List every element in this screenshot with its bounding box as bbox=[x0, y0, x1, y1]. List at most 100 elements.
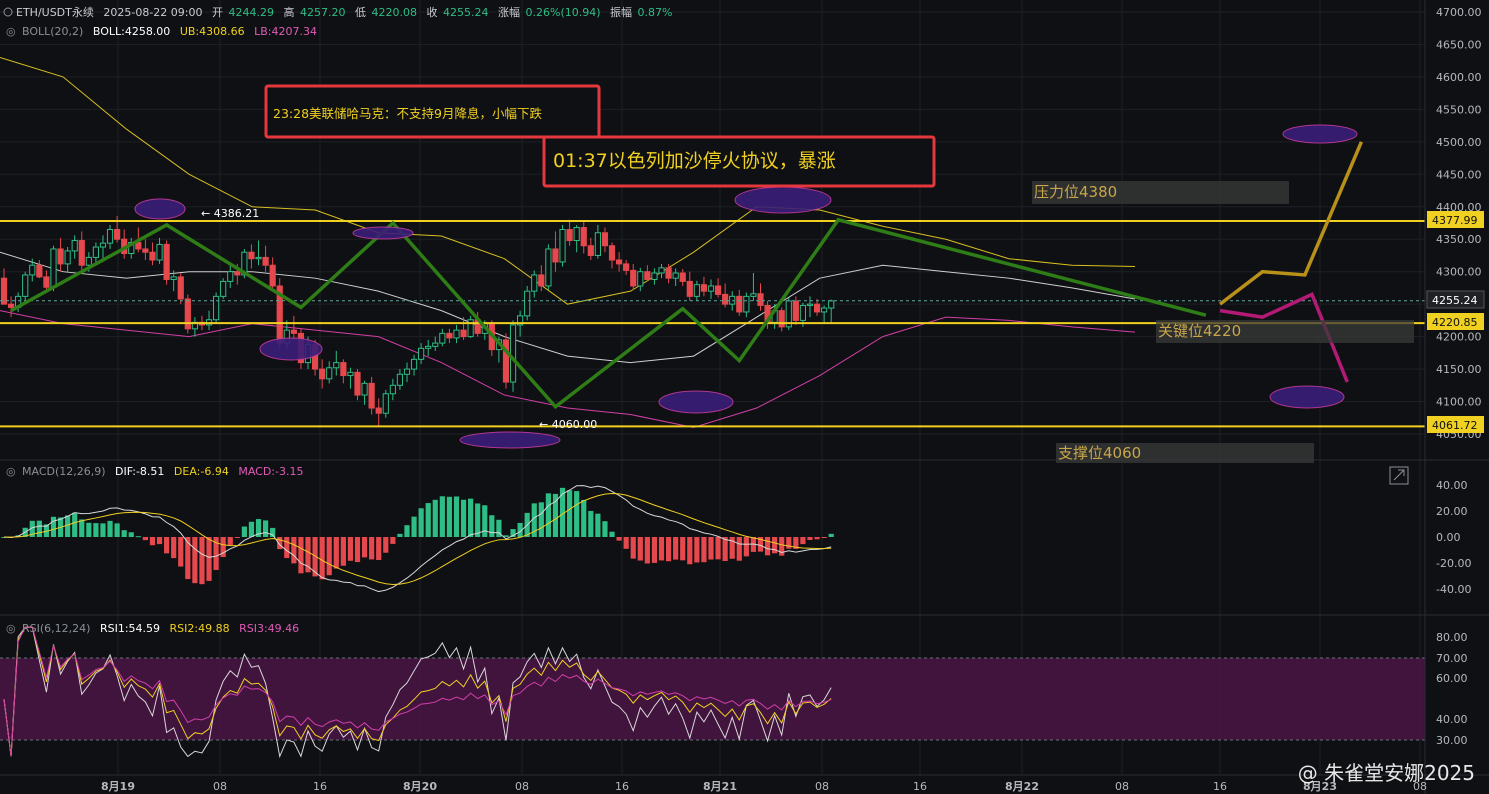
candle-body bbox=[184, 298, 191, 330]
chart-canvas[interactable]: 压力位4380 关键位4220 支撑位4060 23:28美联储哈马克：不支持9… bbox=[0, 0, 1489, 794]
macd-bar bbox=[736, 537, 742, 561]
candle-body bbox=[213, 295, 220, 321]
macd-bar bbox=[248, 521, 255, 537]
header-rsi[interactable]: ◎ RSI(6,12,24) RSI1:54.59 RSI2:49.88 RSI… bbox=[6, 622, 299, 635]
macd-bar bbox=[694, 537, 700, 563]
candle-body bbox=[170, 276, 177, 280]
rsi-overbought-band bbox=[0, 658, 1425, 740]
candle-body bbox=[509, 324, 517, 383]
macd-bar bbox=[722, 537, 728, 562]
price-tag-key-text: 4220.85 bbox=[1432, 316, 1478, 329]
candle-body bbox=[382, 393, 389, 414]
macd-bar bbox=[468, 498, 474, 537]
candle-body bbox=[43, 276, 50, 288]
rsi-tick: 60.00 bbox=[1436, 672, 1468, 685]
candle-body bbox=[736, 295, 743, 313]
rsi-tick: 30.00 bbox=[1436, 734, 1468, 747]
macd-bar bbox=[418, 508, 424, 537]
key-label: 关键位4220 bbox=[1158, 322, 1241, 340]
macd-bar bbox=[192, 537, 198, 584]
macd-bar bbox=[298, 537, 304, 574]
candle-body bbox=[707, 285, 715, 292]
macd-bar bbox=[545, 493, 551, 537]
macd-bar bbox=[807, 537, 813, 541]
boll-line: BOLL(20,2) BOLL:4258.00 UB:4308.66 LB:42… bbox=[22, 25, 317, 38]
candle-body bbox=[630, 269, 637, 287]
boll-mid: BOLL:4258.00 bbox=[93, 25, 170, 38]
open-value: 4244.29 bbox=[229, 6, 275, 19]
price-tick: 4300.00 bbox=[1436, 266, 1482, 279]
candle-body bbox=[552, 248, 559, 263]
low-price-marker: ← 4060.00 bbox=[539, 418, 597, 431]
candle-body bbox=[248, 251, 255, 260]
macd-bar bbox=[552, 493, 559, 537]
time-tick: 8月20 bbox=[403, 780, 437, 793]
high-value: 4257.20 bbox=[300, 6, 346, 19]
header-macd[interactable]: ◎ MACD(12,26,9) DIF:-8.51 DEA:-6.94 MACD… bbox=[6, 465, 303, 478]
macd-value: MACD:-3.15 bbox=[238, 465, 303, 478]
expand-icon[interactable] bbox=[1389, 466, 1409, 485]
rsi-line: RSI(6,12,24) RSI1:54.59 RSI2:49.88 RSI3:… bbox=[22, 622, 299, 635]
macd-bar bbox=[595, 513, 601, 537]
rsi-eye-icon[interactable]: ◎ bbox=[6, 622, 16, 635]
macd-bar bbox=[135, 536, 141, 538]
macd-bar bbox=[665, 537, 672, 562]
amp-value: 0.87% bbox=[638, 6, 673, 19]
macd-bar bbox=[65, 515, 71, 537]
candle-body bbox=[106, 228, 114, 244]
macd-bar bbox=[609, 531, 615, 537]
candle-body bbox=[757, 293, 764, 306]
macd-bar bbox=[489, 515, 495, 537]
macd-bar bbox=[630, 537, 636, 559]
macd-bar bbox=[814, 537, 820, 540]
candle-body bbox=[538, 274, 545, 287]
macd-bar bbox=[284, 537, 290, 559]
price-tag-resistance: 4377.99 bbox=[1427, 211, 1484, 228]
macd-bar bbox=[460, 499, 467, 537]
macd-bar bbox=[644, 537, 650, 564]
header-boll[interactable]: ◎ BOLL(20,2) BOLL:4258.00 UB:4308.66 LB:… bbox=[6, 25, 317, 38]
candle-body bbox=[64, 250, 71, 265]
candle-body bbox=[750, 293, 757, 297]
macd-bar bbox=[397, 533, 403, 537]
eye-icon[interactable]: ◎ bbox=[6, 25, 16, 38]
macd-bar bbox=[800, 537, 806, 545]
candle-body bbox=[587, 245, 594, 256]
candle-body bbox=[580, 227, 587, 247]
candle-body bbox=[92, 246, 100, 258]
macd-bar bbox=[347, 537, 354, 561]
macd-bar bbox=[326, 537, 332, 576]
time-tick: 8月22 bbox=[1005, 780, 1039, 793]
candle-body bbox=[326, 367, 333, 380]
macd-bar bbox=[673, 537, 679, 560]
datetime: 2025-08-22 09:00 bbox=[103, 6, 202, 19]
low-value: 4220.08 bbox=[372, 6, 418, 19]
support-label: 支撑位4060 bbox=[1058, 444, 1141, 462]
candle-body bbox=[828, 300, 835, 309]
boll-lb: LB:4207.34 bbox=[254, 25, 317, 38]
candle-body bbox=[149, 251, 156, 261]
price-tag-support-text: 4061.72 bbox=[1432, 419, 1478, 432]
candle-body bbox=[262, 256, 269, 266]
macd-bar bbox=[567, 490, 573, 537]
candle-body bbox=[700, 284, 708, 292]
macd-axis-ticks: 40.00 20.00 0.00 -20.00 -40.00 bbox=[1436, 479, 1471, 596]
ellipse-low-2 bbox=[459, 431, 561, 449]
macd-bar bbox=[79, 519, 85, 537]
candle-body bbox=[453, 329, 460, 339]
macd-bar bbox=[361, 537, 368, 558]
macd-bar bbox=[658, 537, 665, 561]
candle-body bbox=[177, 276, 184, 300]
macd-eye-icon[interactable]: ◎ bbox=[6, 465, 16, 478]
macd-bar bbox=[156, 537, 163, 545]
macd-bar bbox=[121, 530, 127, 537]
macd-bar bbox=[291, 537, 297, 564]
candle-body bbox=[799, 304, 807, 321]
macd-tick: -20.00 bbox=[1436, 557, 1471, 570]
macd-bar bbox=[164, 537, 170, 554]
ellipse-low-3 bbox=[658, 390, 734, 414]
candle-body bbox=[255, 256, 262, 260]
projection-yellow-path[interactable] bbox=[1218, 141, 1364, 306]
macd-tick: 20.00 bbox=[1436, 505, 1468, 518]
macd-bar bbox=[432, 499, 438, 537]
